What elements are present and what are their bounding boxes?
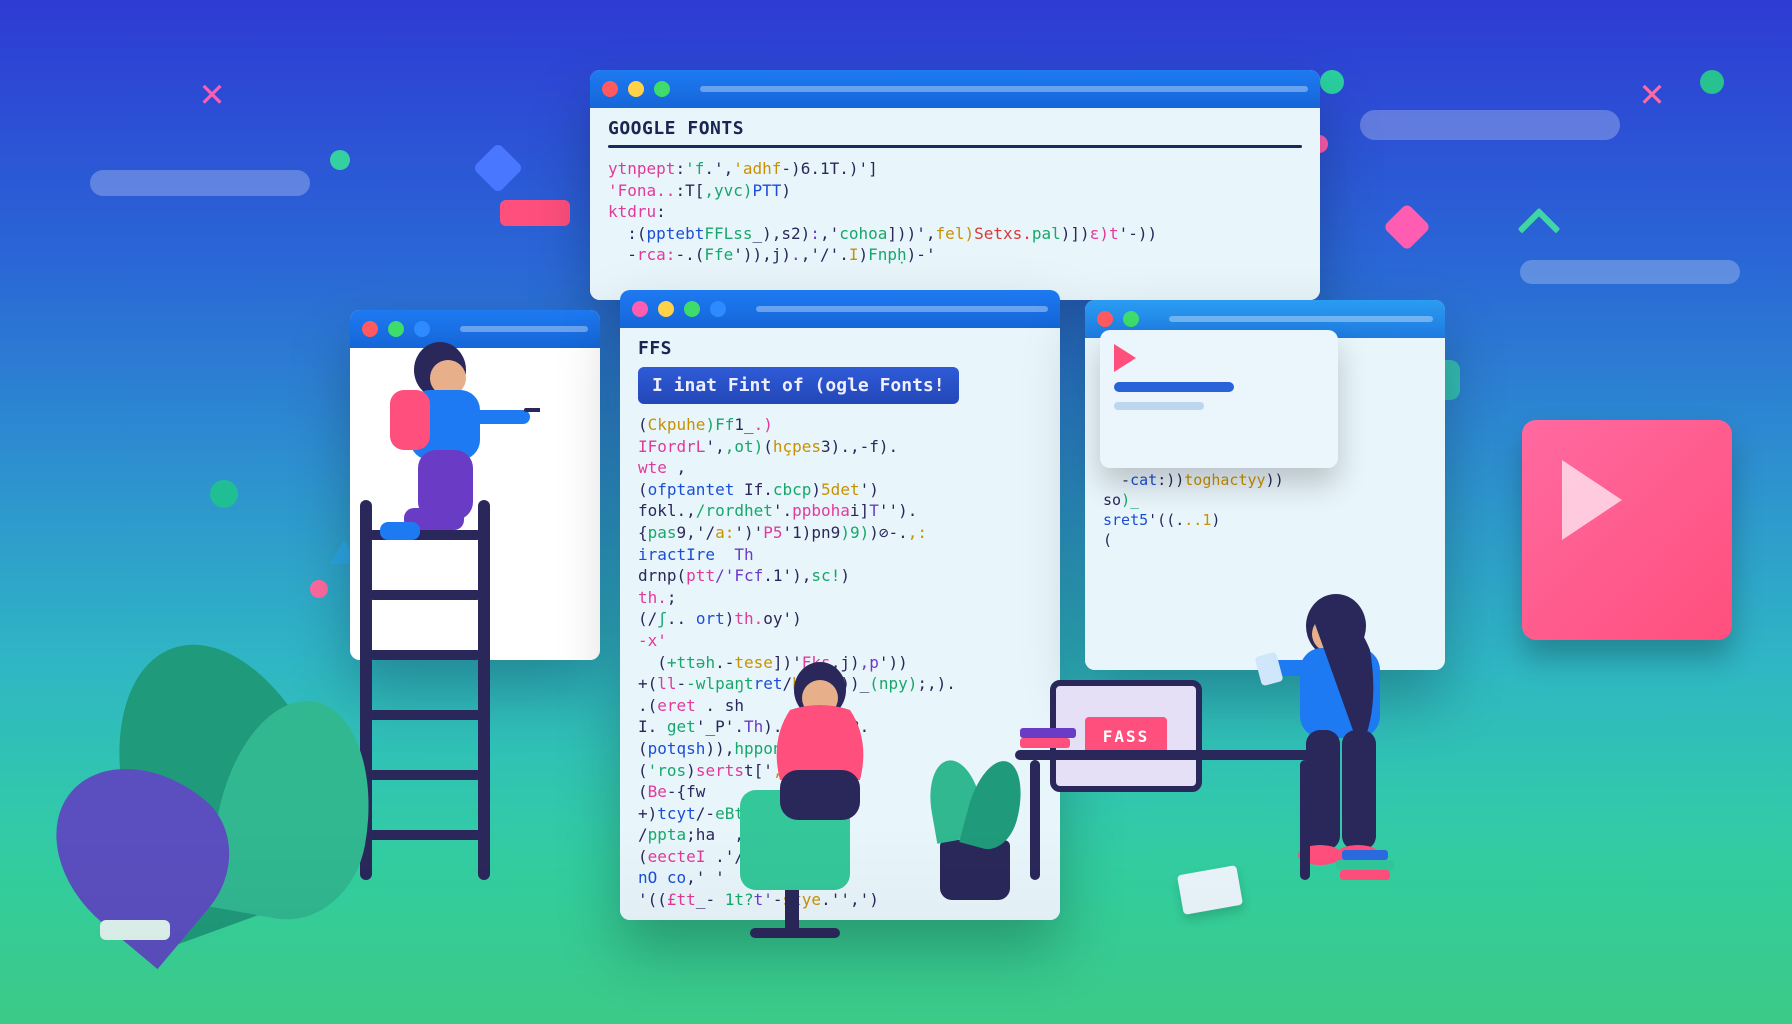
window-title: FFS — [638, 338, 1042, 359]
play-icon[interactable] — [1114, 344, 1136, 372]
diamond-icon — [473, 143, 524, 194]
dot-icon — [210, 480, 238, 508]
desk — [1015, 750, 1315, 760]
subtitle-bar — [1114, 402, 1204, 410]
title-placeholder — [1169, 316, 1433, 322]
title-placeholder — [756, 306, 1048, 312]
code-block: ytnpept:'f.','adhf-)6.1T.)']'Fona..:T[,y… — [608, 158, 1302, 266]
person-ladder — [320, 330, 540, 590]
dot-icon — [1320, 70, 1344, 94]
floor-gradient — [0, 824, 1792, 1024]
traffic-lights — [602, 81, 670, 97]
book-icon — [1020, 738, 1070, 748]
window-title: GOOGLE FONTS — [608, 118, 1302, 139]
media-card — [1522, 420, 1732, 640]
titlebar[interactable] — [620, 290, 1060, 328]
traffic-lights — [1097, 311, 1139, 327]
maximize-icon[interactable] — [684, 301, 700, 317]
window-google-fonts: GOOGLE FONTS ytnpept:'f.','adhf-)6.1T.)'… — [590, 70, 1320, 300]
pill-icon — [500, 200, 570, 226]
title-placeholder — [700, 86, 1308, 92]
minimize-icon[interactable] — [658, 301, 674, 317]
window-body: GOOGLE FONTS ytnpept:'f.','adhf-)6.1T.)'… — [590, 108, 1320, 300]
maximize-icon[interactable] — [1123, 311, 1139, 327]
cloud — [1360, 110, 1620, 140]
titlebar[interactable] — [590, 70, 1320, 108]
cloud — [90, 170, 310, 196]
divider — [608, 145, 1302, 148]
banner-button[interactable]: I inat Fint of (ogle Fonts! — [638, 367, 959, 404]
cloud — [1520, 260, 1740, 284]
book-icon — [1020, 728, 1076, 738]
close-icon[interactable] — [1097, 311, 1113, 327]
x-icon: ✕ — [1640, 70, 1664, 116]
media-preview-card — [1100, 330, 1338, 468]
dot-icon — [330, 150, 350, 170]
dot-icon[interactable] — [710, 301, 726, 317]
close-icon[interactable] — [632, 301, 648, 317]
illustration-stage: ✕ ✕ GOOGLE FONTS ytnpept:'f.','adhf-)6.1… — [0, 0, 1792, 1024]
close-icon[interactable] — [602, 81, 618, 97]
traffic-lights — [632, 301, 726, 317]
maximize-icon[interactable] — [654, 81, 670, 97]
minimize-icon[interactable] — [628, 81, 644, 97]
diamond-icon — [1383, 203, 1431, 251]
progress-bar[interactable] — [1114, 382, 1234, 392]
chevron-icon — [1518, 208, 1561, 251]
x-icon: ✕ — [200, 70, 224, 116]
dot-icon — [1700, 70, 1724, 94]
